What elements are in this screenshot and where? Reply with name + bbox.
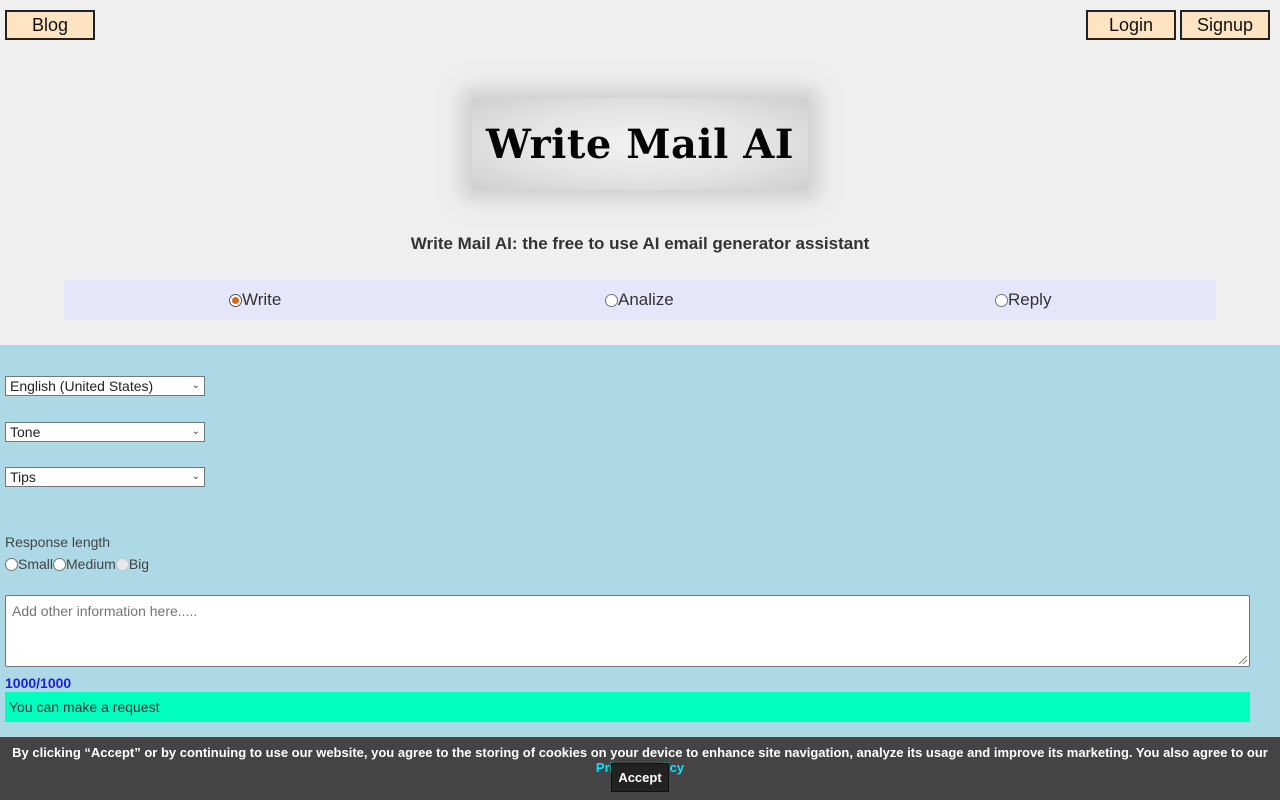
header-area: Blog Login Signup Write Mail AI Write Ma… [0, 0, 1280, 345]
mode-analize-label: Analize [618, 290, 674, 309]
logo: Write Mail AI [472, 98, 808, 190]
chevron-down-icon: ⌄ [191, 426, 200, 437]
chevron-down-icon: ⌄ [191, 380, 200, 391]
mode-reply-radio[interactable] [995, 293, 1008, 307]
response-length-options: Small Medium Big [5, 556, 149, 572]
tips-select[interactable]: Tips ⌄ [5, 467, 205, 487]
mode-analize-option[interactable]: Analize [605, 280, 674, 320]
mode-write-label: Write [242, 290, 282, 309]
cookie-accept-button[interactable]: Accept [611, 763, 669, 792]
response-small-label: Small [18, 556, 54, 572]
language-select[interactable]: English (United States) ⌄ [5, 376, 205, 396]
mode-analize-radio[interactable] [605, 293, 618, 307]
mode-write-radio[interactable] [229, 293, 242, 307]
mode-selector: Write Analize Reply [64, 280, 1216, 320]
response-big-label: Big [128, 556, 150, 572]
logo-text: Write Mail AI [485, 120, 794, 168]
mode-write-option[interactable]: Write [229, 280, 281, 320]
response-medium-option[interactable]: Medium [53, 556, 116, 572]
tone-select-value: Tone [10, 424, 41, 440]
response-small-option[interactable]: Small [5, 556, 53, 572]
response-medium-label: Medium [66, 556, 116, 572]
response-medium-radio[interactable] [53, 557, 67, 571]
page-subtitle: Write Mail AI: the free to use AI email … [410, 234, 870, 253]
mode-reply-label: Reply [1008, 290, 1052, 309]
character-counter: 1000/1000 [5, 675, 72, 691]
textarea-placeholder: Add other information here..... [12, 603, 198, 619]
language-select-value: English (United States) [10, 378, 154, 394]
status-message: You can make a request [5, 692, 1250, 722]
tone-select[interactable]: Tone ⌄ [5, 422, 205, 442]
response-small-radio[interactable] [5, 557, 18, 571]
cookie-text: By clicking “Accept” or by continuing to… [12, 745, 1268, 760]
cookie-banner: By clicking “Accept” or by continuing to… [0, 737, 1280, 800]
resize-grip-icon[interactable] [1239, 656, 1247, 664]
signup-button[interactable]: Signup [1180, 10, 1270, 40]
response-big-radio[interactable] [115, 557, 129, 571]
chevron-down-icon: ⌄ [191, 471, 200, 482]
form-area: English (United States) ⌄ Tone ⌄ Tips ⌄ … [0, 345, 1280, 800]
response-big-option[interactable]: Big [115, 556, 150, 572]
blog-button[interactable]: Blog [5, 10, 95, 40]
tips-select-value: Tips [10, 469, 36, 485]
response-length-label: Response length [5, 534, 111, 550]
login-button[interactable]: Login [1086, 10, 1176, 40]
other-information-textarea[interactable]: Add other information here..... [5, 595, 1250, 667]
mode-reply-option[interactable]: Reply [995, 280, 1051, 320]
